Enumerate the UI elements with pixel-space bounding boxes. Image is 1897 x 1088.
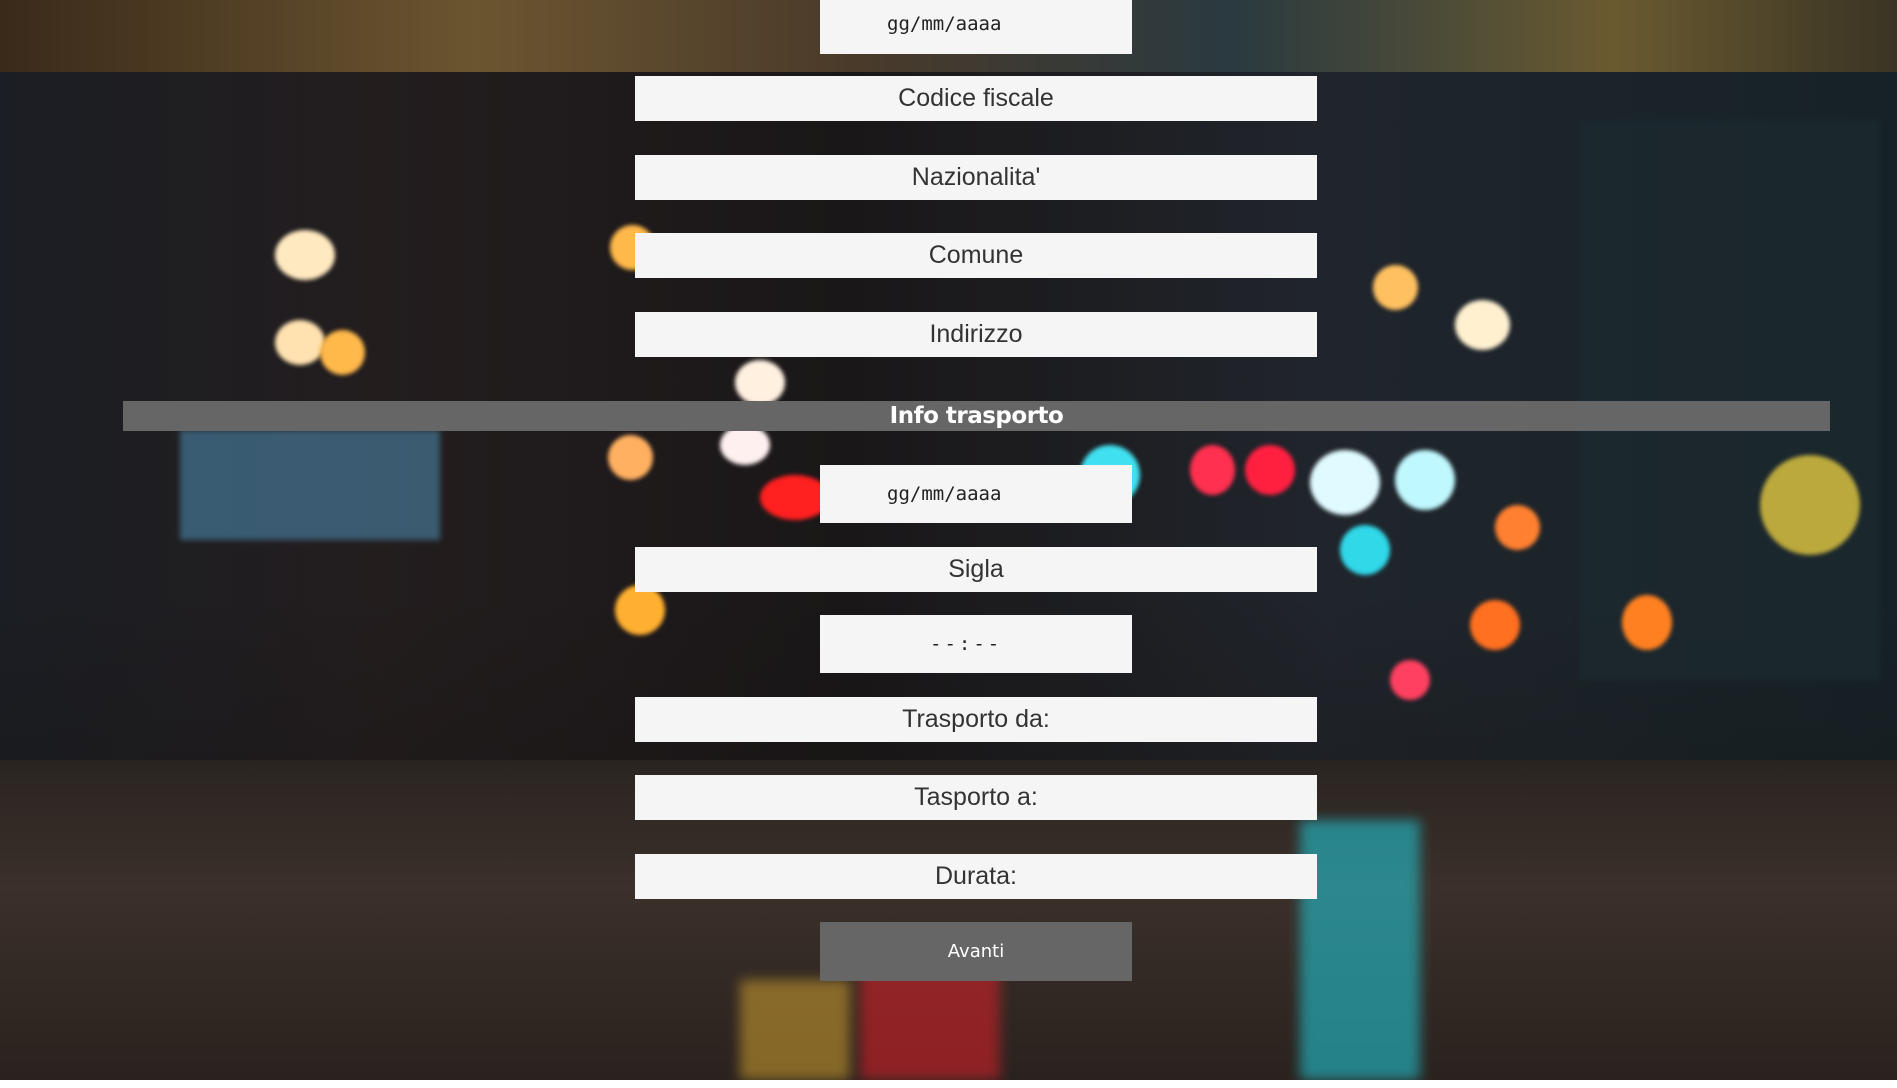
trasporto-a-field[interactable]: Tasporto a: [635, 775, 1317, 820]
birth-date-placeholder: gg/mm/aaaa [887, 13, 1002, 35]
time-placeholder: --:-- [930, 633, 1003, 655]
trasporto-da-field[interactable]: Trasporto da: [635, 697, 1317, 742]
bokeh-light [1310, 450, 1380, 515]
bokeh-light [1495, 505, 1540, 550]
transport-date-input[interactable]: gg/mm/aaaa [820, 465, 1132, 523]
bokeh-light [1390, 660, 1430, 700]
indirizzo-field[interactable]: Indirizzo [635, 312, 1317, 357]
background-streak-cyan [1300, 820, 1420, 1080]
bokeh-light [275, 320, 325, 365]
bokeh-light [1245, 445, 1295, 495]
bokeh-light [275, 230, 335, 280]
bokeh-light [608, 435, 653, 480]
bokeh-light [1190, 445, 1235, 495]
bokeh-light [1395, 450, 1455, 510]
bokeh-light [320, 330, 365, 375]
birth-date-input[interactable]: gg/mm/aaaa [820, 0, 1132, 54]
codice-fiscale-field[interactable]: Codice fiscale [635, 76, 1317, 121]
bokeh-light [1455, 300, 1510, 350]
background-streak-yellow [740, 980, 850, 1080]
nazionalita-field[interactable]: Nazionalita' [635, 155, 1317, 200]
bokeh-light [1373, 265, 1418, 310]
bokeh-light [1760, 455, 1860, 555]
background-building-left [180, 430, 440, 540]
bokeh-light [1470, 600, 1520, 650]
bokeh-light [1622, 595, 1672, 650]
sigla-field[interactable]: Sigla [635, 547, 1317, 592]
bokeh-light [720, 425, 770, 465]
durata-field[interactable]: Durata: [635, 854, 1317, 899]
comune-field[interactable]: Comune [635, 233, 1317, 278]
bokeh-light [1340, 525, 1390, 575]
transport-date-placeholder: gg/mm/aaaa [887, 483, 1002, 505]
page-bottom-margin [0, 1080, 1897, 1088]
avanti-button[interactable]: Avanti [820, 922, 1132, 981]
section-title-info-trasporto: Info trasporto [123, 401, 1830, 431]
bokeh-light [735, 360, 785, 405]
time-input[interactable]: --:-- [820, 615, 1132, 673]
background-building-right [1580, 120, 1880, 680]
bokeh-light [615, 585, 665, 635]
